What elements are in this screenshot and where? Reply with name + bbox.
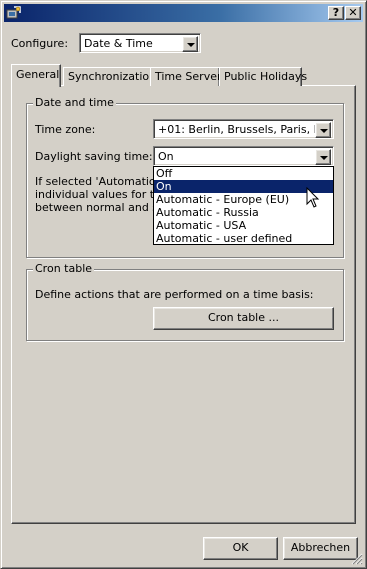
cron-table-button[interactable]: Cron table ... <box>153 307 334 330</box>
timezone-label: Time zone: <box>35 123 96 136</box>
title-bar[interactable]: ? ✕ <box>4 4 363 22</box>
configure-select[interactable]: Date & Time <box>79 33 201 53</box>
cron-description: Define actions that are performed on a t… <box>35 288 314 301</box>
chevron-down-icon[interactable] <box>182 36 198 52</box>
cron-legend: Cron table <box>33 262 95 275</box>
dst-select[interactable]: On <box>153 146 334 166</box>
tab-label: Public Holidays <box>224 70 308 83</box>
tab-label: General <box>16 68 60 81</box>
tab-time-server[interactable]: Time Server <box>150 67 222 86</box>
tab-general[interactable]: General <box>11 64 61 87</box>
dst-option-user-defined[interactable]: Automatic - user defined <box>154 232 333 245</box>
configure-label: Configure: <box>11 37 69 50</box>
cancel-button[interactable]: Abbrechen <box>283 537 358 560</box>
ok-button-label: OK <box>232 541 249 554</box>
app-icon <box>6 6 21 19</box>
cron-table-button-label: Cron table ... <box>207 311 279 324</box>
timezone-value: +01: Berlin, Brussels, Paris, Rome <box>158 123 316 136</box>
dst-value: On <box>158 150 174 163</box>
chevron-down-icon[interactable] <box>315 149 331 165</box>
resize-grip-icon[interactable] <box>351 553 363 565</box>
dst-label: Daylight saving time: <box>35 150 153 163</box>
date-time-legend: Date and time <box>33 96 116 109</box>
dialog-window: ? ✕ Configure: Date & Time General Synch… <box>0 0 367 569</box>
tab-label: Synchronization <box>68 70 157 83</box>
close-button[interactable]: ✕ <box>345 6 361 20</box>
configure-value: Date & Time <box>84 37 153 50</box>
tab-public-holidays[interactable]: Public Holidays <box>219 67 307 86</box>
chevron-down-icon[interactable] <box>315 122 331 138</box>
help-button[interactable]: ? <box>328 6 344 20</box>
timezone-select[interactable]: +01: Berlin, Brussels, Paris, Rome <box>153 119 334 139</box>
dst-option-usa[interactable]: Automatic - USA <box>154 219 333 232</box>
dst-option-off[interactable]: Off <box>154 167 333 180</box>
help-icon: ? <box>332 6 340 19</box>
cron-group: Cron table <box>26 262 344 341</box>
close-icon: ✕ <box>348 6 358 19</box>
tab-synchronization[interactable]: Synchronization <box>63 67 158 86</box>
cancel-button-label: Abbrechen <box>290 541 351 554</box>
ok-button[interactable]: OK <box>203 537 278 560</box>
tab-label: Time Server <box>155 70 222 83</box>
mouse-cursor-icon <box>306 187 320 208</box>
